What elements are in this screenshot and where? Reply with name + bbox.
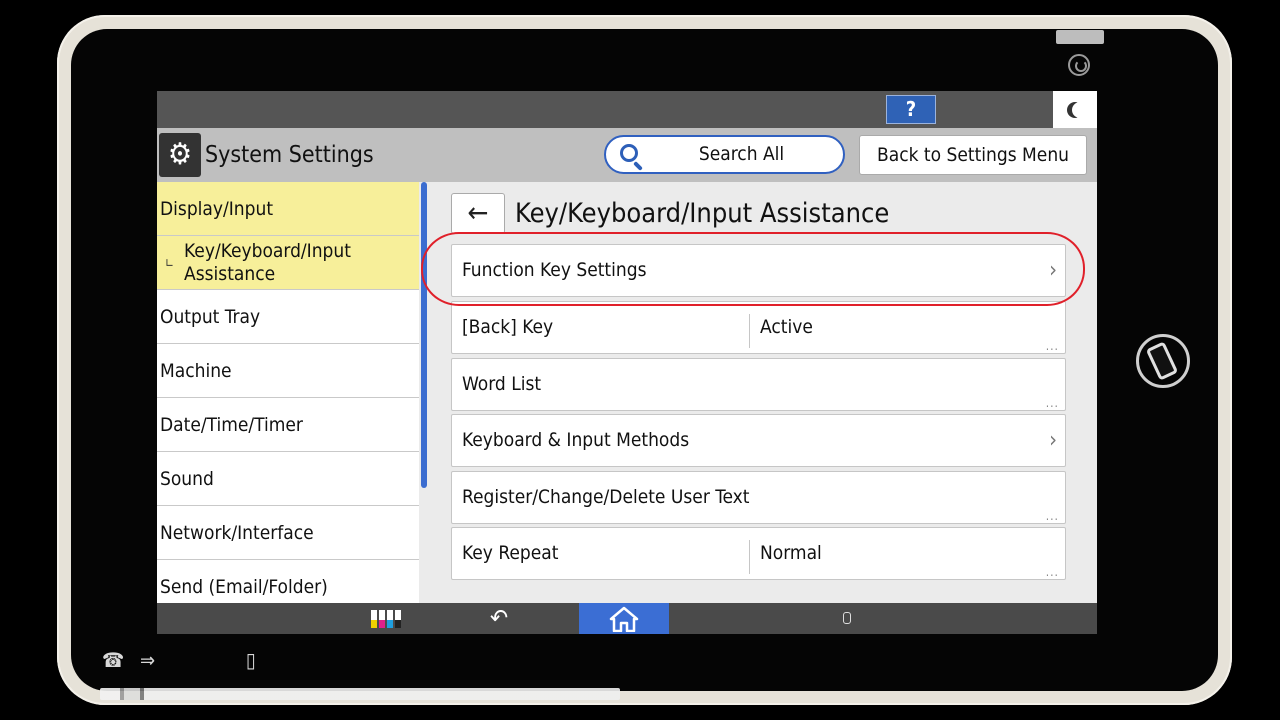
toner-yellow: [371, 610, 377, 628]
back-icon[interactable]: ↶: [490, 605, 508, 631]
row-keyboard-input-methods[interactable]: Keyboard & Input Methods ›: [451, 414, 1066, 467]
highlight-annotation: [421, 232, 1085, 306]
page-title: Key/Keyboard/Input Assistance: [515, 198, 890, 229]
sidebar-item-label: Send (Email/Folder): [160, 576, 328, 598]
row-label: Keyboard & Input Methods: [462, 429, 690, 451]
search-all-label: Search All: [698, 143, 785, 165]
sidebar-item-machine[interactable]: Machine: [157, 344, 419, 398]
row-back-key[interactable]: [Back] Key Active ...: [451, 301, 1066, 354]
row-label: Key Repeat: [462, 542, 559, 564]
help-button[interactable]: ?: [886, 95, 936, 124]
home-icon: [609, 606, 639, 632]
memory-icon: [843, 612, 851, 624]
back-arrow-button[interactable]: ←: [451, 193, 505, 234]
row-value: Normal: [760, 542, 822, 564]
row-label: [Back] Key: [462, 316, 554, 338]
sidebar-item-network-interface[interactable]: Network/Interface: [157, 506, 419, 560]
home-button[interactable]: [579, 603, 669, 634]
document-icon[interactable]: ▯: [246, 650, 256, 670]
sidebar-item-key-keyboard-input-assistance[interactable]: ∟ Key/Keyboard/Input Assistance: [157, 236, 419, 290]
sidebar-item-label: Network/Interface: [160, 521, 314, 544]
status-bar: ?: [157, 91, 1097, 128]
touch-screen: ? ⚙ System Settings Search All Back to S…: [157, 91, 1097, 634]
sidebar-item-display-input[interactable]: Display/Input: [157, 182, 419, 236]
row-divider: [749, 540, 750, 574]
more-dots-icon: ...: [1045, 339, 1059, 353]
row-label: Register/Change/Delete User Text: [462, 486, 750, 508]
row-divider: [749, 314, 750, 348]
search-all-button[interactable]: Search All: [604, 135, 845, 174]
back-to-settings-menu-button[interactable]: Back to Settings Menu: [859, 135, 1087, 175]
bottom-bar: ↶: [157, 603, 1097, 634]
sidebar-item-label: Date/Time/Timer: [160, 413, 303, 436]
sidebar-item-date-time-timer[interactable]: Date/Time/Timer: [157, 398, 419, 452]
row-label: Word List: [462, 373, 542, 395]
moon-icon: [1072, 102, 1088, 118]
sub-item-corner-icon: ∟: [165, 255, 175, 270]
sidebar-item-label: Display/Input: [160, 197, 274, 220]
toner-magenta: [379, 610, 385, 628]
sidebar-item-label: Key/Keyboard/Input Assistance: [184, 240, 351, 286]
chevron-right-icon: ›: [1049, 428, 1057, 453]
sidebar-item-label: Machine: [160, 359, 232, 382]
sub-label-line2: Assistance: [184, 262, 276, 285]
sidebar-item-output-tray[interactable]: Output Tray: [157, 290, 419, 344]
sleep-button[interactable]: [1053, 91, 1097, 128]
sidebar-nav: Display/Input ∟ Key/Keyboard/Input Assis…: [157, 182, 419, 634]
sidebar-item-label: Sound: [160, 467, 214, 490]
more-dots-icon: ...: [1045, 396, 1059, 410]
app-title: System Settings: [205, 142, 374, 168]
gears-icon: ⚙: [159, 133, 201, 177]
card-slot: [1056, 30, 1104, 44]
title-bar: ⚙ System Settings Search All Back to Set…: [157, 128, 1097, 182]
row-register-change-delete-user-text[interactable]: Register/Change/Delete User Text ...: [451, 471, 1066, 524]
toner-cyan: [387, 610, 393, 628]
row-value: Active: [760, 316, 813, 338]
login-icon[interactable]: ⇒: [140, 650, 155, 670]
fax-icon[interactable]: ☎: [102, 650, 124, 670]
nfc-phone-icon: [1136, 334, 1190, 388]
bezel-strip: [100, 688, 620, 700]
toner-black: [395, 610, 401, 628]
sidebar-item-label: Output Tray: [160, 305, 261, 328]
sub-label-line1: Key/Keyboard/Input: [184, 239, 351, 262]
sidebar-item-sound[interactable]: Sound: [157, 452, 419, 506]
power-icon[interactable]: [1068, 54, 1090, 76]
row-word-list[interactable]: Word List ...: [451, 358, 1066, 411]
toner-level-icon[interactable]: [371, 610, 401, 628]
more-dots-icon: ...: [1045, 509, 1059, 523]
row-key-repeat[interactable]: Key Repeat Normal ...: [451, 527, 1066, 580]
sidebar-scrollbar[interactable]: [421, 182, 427, 488]
more-dots-icon: ...: [1045, 565, 1059, 579]
